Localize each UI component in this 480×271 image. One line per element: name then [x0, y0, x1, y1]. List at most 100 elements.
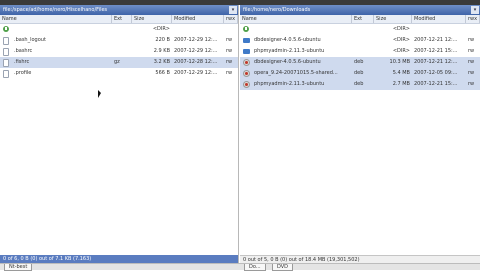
table-row[interactable]: .bashrc 2.9 KB 2007-12-29 12:... rw	[0, 46, 238, 57]
file-attr: rw	[468, 37, 475, 43]
deb-icon	[243, 59, 250, 66]
left-column-header: Name Ext Size Modified rwx	[0, 15, 238, 24]
file-ext	[352, 24, 374, 35]
table-row[interactable]: dbdesigner-4.0.5.6-ubuntu deb 10.3 MB 2007-…	[240, 57, 480, 68]
file-size: 220 B	[155, 37, 170, 43]
drive-tab-bar: Nt-best Do... DVD	[0, 263, 480, 271]
file-attr: rw	[226, 37, 233, 43]
file-ext	[112, 35, 132, 46]
file-modified: 2007-12-29 12:...	[174, 70, 218, 76]
file-name	[252, 24, 352, 35]
file-name: .bash_logout	[14, 37, 46, 43]
column-modified[interactable]: Modified	[412, 15, 466, 23]
file-size: <DIR>	[152, 26, 170, 32]
file-ext	[352, 46, 374, 57]
file-ext	[112, 24, 132, 35]
column-attr[interactable]: rwx	[466, 15, 480, 23]
file-name	[12, 24, 112, 35]
file-ext: gz	[114, 59, 120, 65]
file-attr: rw	[468, 70, 475, 76]
file-name: .bashrc	[14, 48, 33, 54]
file-modified	[412, 24, 466, 35]
chevron-down-icon[interactable]: ▾	[471, 6, 479, 14]
right-path-text: file:/home/nero/Downloads	[243, 7, 311, 13]
chevron-down-icon[interactable]: ▾	[229, 6, 237, 14]
file-attr: rw	[468, 81, 475, 87]
table-row[interactable]: <DIR>	[240, 24, 480, 35]
column-attr[interactable]: rwx	[224, 15, 238, 23]
file-modified: 2007-12-21 15:...	[414, 81, 458, 87]
file-name: dbdesigner-4.0.5.6-ubuntu	[254, 37, 321, 43]
file-modified: 2007-12-05 09:...	[414, 70, 458, 76]
table-row[interactable]: dbdesigner-4.0.5.6-ubuntu <DIR> 2007-12-21…	[240, 35, 480, 46]
table-row[interactable]: opera_9.24-20071015.5-shared... deb 5.4 MB…	[240, 68, 480, 79]
up-icon	[243, 26, 249, 32]
right-status-bar: 0 out of 5, 0 B (0) out of 18.4 MB (19,3…	[240, 255, 480, 263]
file-ext	[112, 68, 132, 79]
file-size: 5.4 MB	[392, 70, 410, 76]
folder-icon	[243, 38, 250, 43]
file-size: 3.2 KB	[153, 59, 170, 65]
file-size: 10.3 MB	[389, 59, 410, 65]
column-name[interactable]: Name	[0, 15, 112, 23]
file-name: phpmyadmin-2.11.3-ubuntu	[254, 81, 325, 87]
file-name: opera_9.24-20071015.5-shared...	[254, 70, 338, 76]
file-size: <DIR>	[392, 26, 410, 32]
right-file-list: <DIR> dbdesigner-4.0.5.6-ubuntu <DIR> 2007-…	[240, 24, 480, 90]
file-size: <DIR>	[392, 37, 410, 43]
file-name: phpmyadmin-2.11.3-ubuntu	[254, 48, 325, 54]
left-path-bar[interactable]: file:/space/ad/home/nero/Hiscelhano/File…	[0, 5, 238, 15]
up-icon	[3, 26, 9, 32]
left-file-list: <DIR> .bash_logout 220 B 2007-12-29 12:... r…	[0, 24, 238, 79]
column-ext[interactable]: Ext	[112, 15, 132, 23]
file-ext	[112, 46, 132, 57]
file-modified: 2007-12-21 12:...	[414, 37, 458, 43]
file-icon	[3, 59, 9, 67]
table-row[interactable]: <DIR>	[0, 24, 238, 35]
file-icon	[3, 37, 9, 45]
file-ext: deb	[354, 81, 364, 87]
file-attr: rw	[468, 48, 475, 54]
mouse-pointer-icon	[98, 90, 101, 98]
left-status-bar: 0 of 6, 0 B (0) out of 7.1 KB (7.163)	[0, 255, 238, 263]
left-file-panel: file:/space/ad/home/nero/Hiscelhano/File…	[0, 5, 239, 263]
right-path-bar[interactable]: file:/home/nero/Downloads ▾	[240, 5, 480, 15]
table-row[interactable]: .fishrc gz 3.2 KB 2007-12-28 12:... rw	[0, 57, 238, 68]
table-row[interactable]: .profile 566 B 2007-12-29 12:... rw	[0, 68, 238, 79]
column-modified[interactable]: Modified	[172, 15, 224, 23]
right-column-header: Name Ext Size Modified rwx	[240, 15, 480, 24]
file-modified: 2007-12-28 12:...	[174, 59, 218, 65]
file-size: 566 B	[155, 70, 170, 76]
file-attr: rw	[468, 59, 475, 65]
column-name[interactable]: Name	[240, 15, 352, 23]
file-ext	[352, 35, 374, 46]
file-attr	[466, 24, 480, 35]
file-name: .fishrc	[14, 59, 30, 65]
file-modified: 2007-12-21 15:...	[414, 48, 458, 54]
deb-icon	[243, 81, 250, 88]
file-size: 2.7 MB	[392, 81, 410, 87]
table-row[interactable]: .bash_logout 220 B 2007-12-29 12:... rw	[0, 35, 238, 46]
table-row[interactable]: phpmyadmin-2.11.3-ubuntu <DIR> 2007-12-21 …	[240, 46, 480, 57]
file-icon	[3, 70, 9, 78]
file-modified: 2007-12-29 12:...	[174, 48, 218, 54]
folder-icon	[243, 49, 250, 54]
file-attr: rw	[226, 70, 233, 76]
column-size[interactable]: Size	[374, 15, 412, 23]
column-size[interactable]: Size	[132, 15, 172, 23]
column-ext[interactable]: Ext	[352, 15, 374, 23]
file-attr	[224, 24, 238, 35]
deb-icon	[243, 70, 250, 77]
file-ext: deb	[354, 70, 364, 76]
file-size: <DIR>	[392, 48, 410, 54]
file-size: 2.9 KB	[153, 48, 170, 54]
file-name: dbdesigner-4.0.5.6-ubuntu	[254, 59, 321, 65]
file-ext: deb	[354, 59, 364, 65]
file-modified: 2007-12-29 12:...	[174, 37, 218, 43]
file-attr: rw	[226, 48, 233, 54]
file-name: .profile	[14, 70, 32, 76]
left-path-text: file:/space/ad/home/nero/Hiscelhano/File…	[3, 7, 108, 13]
table-row[interactable]: phpmyadmin-2.11.3-ubuntu deb 2.7 MB 2007-12…	[240, 79, 480, 90]
file-modified: 2007-12-21 12:...	[414, 59, 458, 65]
file-attr: rw	[226, 59, 233, 65]
